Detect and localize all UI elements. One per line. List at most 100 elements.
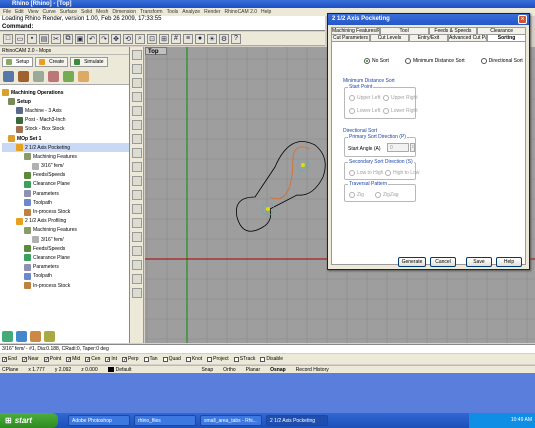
menu-item[interactable]: Transform <box>140 9 163 15</box>
zoom-extents-icon[interactable]: ⊞ <box>159 33 169 44</box>
tree-item[interactable]: Stock - Box Stock <box>2 125 129 134</box>
tree-item[interactable]: Toolpath <box>2 198 129 207</box>
tree-item[interactable]: Post - Mach3-Inch <box>2 116 129 125</box>
tree-item[interactable]: Machining Operations <box>2 88 129 97</box>
menu-item[interactable]: Edit <box>15 9 24 15</box>
delete-icon[interactable] <box>44 331 55 342</box>
offset-icon[interactable] <box>132 246 142 256</box>
tab-entry-exit[interactable]: Entry/Exit <box>409 34 448 41</box>
print-icon[interactable]: ▤ <box>39 33 49 44</box>
curve-icon[interactable] <box>132 106 142 116</box>
tab-tool[interactable]: Tool <box>379 27 429 34</box>
menu-item[interactable]: Render <box>204 9 220 15</box>
tree-item[interactable]: Toolpath <box>2 272 129 281</box>
tree-item[interactable]: In-process Stock <box>2 281 129 290</box>
osnap-disable-checkbox[interactable]: Disable <box>260 356 283 362</box>
point-icon[interactable] <box>132 64 142 74</box>
tree-item[interactable]: In-process Stock <box>2 207 129 216</box>
select-icon[interactable] <box>132 50 142 60</box>
tab-setup[interactable]: Setup <box>2 57 34 67</box>
trim-icon[interactable] <box>132 218 142 228</box>
machine-icon[interactable] <box>3 71 14 82</box>
cut-icon[interactable]: ✂ <box>51 33 61 44</box>
tree-item[interactable]: MOp Set 1 <box>2 134 129 143</box>
tree-item[interactable]: Clearance Plane <box>2 180 129 189</box>
radio-lower-left[interactable]: Lower Left <box>349 108 380 114</box>
radio-upper-right[interactable]: Upper Right <box>383 95 418 101</box>
tree-item[interactable]: Feeds/Speeds <box>2 171 129 180</box>
tree-item[interactable]: 3/16" fem/ <box>2 162 129 171</box>
task-photoshop[interactable]: Adobe Photoshop <box>68 415 130 426</box>
surface-icon[interactable] <box>132 260 142 270</box>
record-history-toggle[interactable]: Record History <box>296 366 329 373</box>
undo-icon[interactable]: ↶ <box>87 33 97 44</box>
osnap-near-checkbox[interactable]: ✓ Near <box>21 356 39 362</box>
task-pocketing-dialog[interactable]: 2 1/2 Axis Pocketing <box>266 415 328 426</box>
menu-item[interactable]: Analyze <box>182 9 200 15</box>
save-file-icon[interactable]: ▪ <box>27 33 37 44</box>
light-icon[interactable]: ☀ <box>207 33 217 44</box>
solid-icon[interactable] <box>132 274 142 284</box>
tab-create[interactable]: Create <box>35 57 69 67</box>
osnap-project-checkbox[interactable]: Project <box>207 356 229 362</box>
osnap-strack-checkbox[interactable]: STrack <box>233 356 255 362</box>
menu-item[interactable]: Tools <box>167 9 179 15</box>
start-button[interactable]: ⊞ start <box>0 413 58 428</box>
menu-item[interactable]: Mesh <box>96 9 108 15</box>
osnap-quad-checkbox[interactable]: Quad <box>162 356 181 362</box>
snap-toggle[interactable]: Snap <box>201 366 213 373</box>
tree-item[interactable]: Parameters <box>2 263 129 272</box>
osnap-point-checkbox[interactable]: ✓ Point <box>43 356 61 362</box>
tab-cut-levels[interactable]: Cut Levels <box>370 34 409 41</box>
osnap-cen-checkbox[interactable]: ✓ Cen <box>85 356 100 362</box>
menu-item[interactable]: Dimension <box>112 9 136 15</box>
copy-icon[interactable]: ⧉ <box>63 33 73 44</box>
menu-item[interactable]: File <box>3 9 11 15</box>
tab-simulate[interactable]: Simulate <box>70 57 108 67</box>
tab-advanced-cut-parameters[interactable]: Advanced Cut Parameters <box>448 34 487 41</box>
tree-item[interactable]: Feeds/Speeds <box>2 244 129 253</box>
osnap-toggle[interactable]: Osnap <box>270 366 286 373</box>
osnap-end-checkbox[interactable]: ✓ End <box>2 356 17 362</box>
pan-icon[interactable]: ✥ <box>111 33 121 44</box>
task-rhino[interactable]: small_area_tabs - Rhi... <box>200 415 262 426</box>
tree-item[interactable]: Machining Features <box>2 152 129 161</box>
osnap-perp-checkbox[interactable]: ✓ Perp <box>121 356 139 362</box>
close-icon[interactable]: × <box>518 15 527 24</box>
mops-icon[interactable] <box>63 71 74 82</box>
rotate-view-icon[interactable]: ⟲ <box>123 33 133 44</box>
tree-item[interactable]: Setup <box>2 97 129 106</box>
save-button[interactable]: Save <box>466 257 492 267</box>
cancel-button[interactable]: Cancel <box>430 257 456 267</box>
tree-item[interactable]: 2 1/2 Axis Profiling <box>2 217 129 226</box>
edit-icon[interactable] <box>30 331 41 342</box>
zoom-window-icon[interactable]: ⊡ <box>147 33 157 44</box>
start-angle-spinner[interactable]: ⇕ <box>410 143 415 152</box>
planar-toggle[interactable]: Planar <box>246 366 260 373</box>
tab-clearance[interactable]: Clearance <box>477 27 526 34</box>
new-file-icon[interactable]: □ <box>3 33 13 44</box>
mesh-icon[interactable] <box>132 288 142 298</box>
radio-zig[interactable]: Zig <box>349 192 364 198</box>
arc-icon[interactable] <box>132 134 142 144</box>
radio-zigzag[interactable]: ZigZag <box>375 192 399 198</box>
zoom-icon[interactable]: ⌕ <box>135 33 145 44</box>
help-button[interactable]: Help <box>496 257 522 267</box>
start-angle-input[interactable]: 0 <box>387 143 409 152</box>
tree-item[interactable]: Parameters <box>2 189 129 198</box>
render-icon[interactable]: ● <box>195 33 205 44</box>
add-icon[interactable] <box>2 331 13 342</box>
radio-min-distance-sort[interactable]: Minimum Distance Sort <box>404 58 465 64</box>
command-prompt[interactable]: Command: <box>0 23 325 31</box>
options-icon[interactable]: ⚙ <box>219 33 229 44</box>
help-icon[interactable]: ? <box>231 33 241 44</box>
radio-lower-right[interactable]: Lower Right <box>383 108 418 114</box>
menu-item[interactable]: RhinoCAM 2.0 <box>225 9 258 15</box>
tool-icon[interactable] <box>18 71 29 82</box>
fillet-icon[interactable] <box>132 190 142 200</box>
tab-sorting[interactable]: Sorting <box>487 34 526 41</box>
paste-icon[interactable]: ▣ <box>75 33 85 44</box>
osnap-int-checkbox[interactable]: ✓ Int <box>105 356 117 362</box>
radio-directional-sort[interactable]: Directional Sort <box>480 58 523 64</box>
menu-item[interactable]: View <box>28 9 39 15</box>
